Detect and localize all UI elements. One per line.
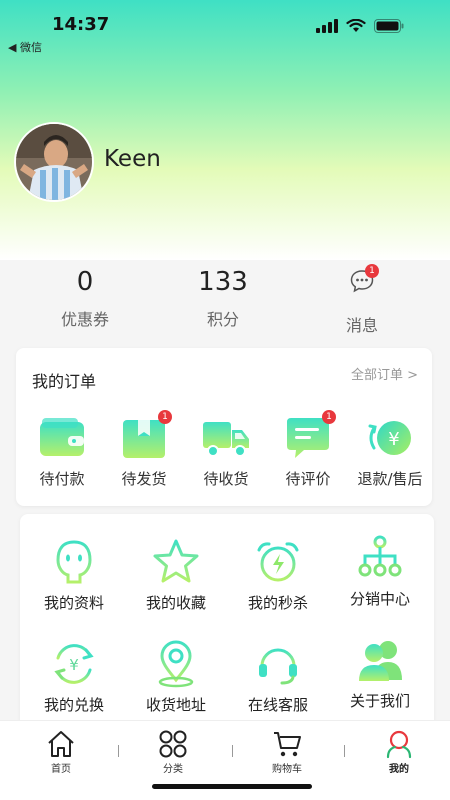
service-my-favorites[interactable]: 我的收藏 (126, 538, 226, 613)
tab-label: 分类 (163, 764, 183, 775)
svg-text:¥: ¥ (69, 656, 79, 674)
order-label: 待付款 (39, 470, 85, 488)
service-shipping-address[interactable]: 收货地址 (126, 640, 226, 715)
hierarchy-icon (356, 534, 404, 582)
truck-icon (202, 414, 250, 462)
review-badge: 1 (322, 410, 336, 424)
home-indicator[interactable] (152, 784, 312, 789)
service-my-exchange[interactable]: ¥ 我的兑换 (24, 640, 124, 715)
service-my-profile[interactable]: 我的资料 (24, 538, 124, 613)
order-pending-payment[interactable]: 待付款 (20, 414, 104, 489)
service-label: 我的资料 (43, 594, 104, 612)
orders-title: 我的订单 (32, 372, 97, 391)
tab-divider (232, 745, 233, 757)
order-label: 退款/售后 (357, 470, 423, 488)
system-icons (316, 19, 404, 33)
points-label: 积分 (206, 310, 239, 329)
back-to-wechat-link[interactable]: ◀ 微信 (8, 39, 42, 55)
service-label: 收货地址 (145, 696, 206, 714)
user-icon (384, 729, 414, 759)
message-badge: 1 (365, 264, 379, 278)
headset-icon (254, 640, 302, 688)
order-refund-aftersales[interactable]: ¥ 退款/售后 (348, 414, 432, 489)
order-label: 待收货 (203, 470, 249, 488)
signal-icon (316, 19, 338, 33)
tab-cart[interactable]: 购物车 (242, 729, 332, 775)
service-label: 我的兑换 (43, 696, 104, 714)
points-stat[interactable]: 133 积分 (158, 262, 288, 330)
points-count: 133 (198, 267, 248, 297)
avatar[interactable] (14, 122, 94, 202)
coupon-label: 优惠券 (60, 310, 109, 329)
battery-icon (374, 19, 404, 33)
tab-divider (118, 745, 119, 757)
message-stat[interactable]: 1 消息 (297, 262, 427, 336)
cart-icon (272, 729, 302, 759)
service-about-us[interactable]: 关于我们 (330, 636, 430, 711)
order-pending-review[interactable]: 1 待评价 (266, 410, 350, 489)
home-icon (46, 729, 76, 759)
coupon-stat[interactable]: 0 优惠券 (20, 262, 150, 330)
tab-label: 首页 (51, 764, 71, 775)
services-card: 我的资料 我的收藏 我的秒杀 分销中心 ¥ 我的兑换 收货地址 在线客服 关于我… (20, 514, 434, 734)
service-my-flash-sale[interactable]: 我的秒杀 (228, 538, 328, 613)
service-online-support[interactable]: 在线客服 (228, 640, 328, 715)
exchange-icon: ¥ (50, 640, 98, 688)
package-icon: 1 (120, 410, 172, 462)
tab-home[interactable]: 首页 (16, 729, 106, 775)
alarm-clock-icon (254, 538, 302, 586)
message-label: 消息 (345, 316, 378, 335)
service-label: 关于我们 (349, 692, 410, 710)
refund-icon: ¥ (366, 414, 414, 462)
star-icon (152, 538, 200, 586)
wifi-icon (346, 19, 366, 32)
order-pending-receipt[interactable]: 待收货 (184, 414, 268, 489)
svg-text:¥: ¥ (388, 429, 399, 450)
tab-category[interactable]: 分类 (128, 729, 218, 775)
category-icon (158, 729, 188, 759)
shipment-badge: 1 (158, 410, 172, 424)
order-label: 待发货 (121, 470, 167, 488)
order-label: 待评价 (285, 470, 331, 488)
location-icon (152, 640, 200, 688)
coupon-count: 0 (76, 267, 94, 297)
tab-divider (344, 745, 345, 757)
service-label: 分销中心 (349, 590, 410, 608)
message-bubble-icon: 1 (348, 264, 379, 296)
tab-label: 我的 (389, 764, 409, 775)
people-icon (356, 636, 404, 684)
tab-label: 购物车 (272, 764, 302, 775)
all-orders-link[interactable]: 全部订单 > (351, 364, 418, 383)
avatar-photo (16, 124, 92, 200)
orders-card: 我的订单 全部订单 > 待付款 1 待发货 待收货 1 待评价 ¥ 退款/售后 (16, 348, 432, 506)
username: Keen (104, 146, 161, 172)
service-label: 我的秒杀 (247, 594, 308, 612)
stats-row: 0 优惠券 133 积分 1 消息 (0, 262, 450, 342)
service-label: 我的收藏 (145, 594, 206, 612)
tab-mine[interactable]: 我的 (354, 729, 444, 775)
service-label: 在线客服 (247, 696, 308, 714)
service-distribution-center[interactable]: 分销中心 (330, 534, 430, 609)
comment-icon: 1 (284, 410, 336, 462)
profile-icon (50, 538, 98, 586)
wallet-icon (38, 414, 86, 462)
status-time: 14:37 (52, 14, 110, 35)
order-pending-shipment[interactable]: 1 待发货 (102, 410, 186, 489)
status-bar: 14:37 ◀ 微信 (0, 0, 450, 56)
